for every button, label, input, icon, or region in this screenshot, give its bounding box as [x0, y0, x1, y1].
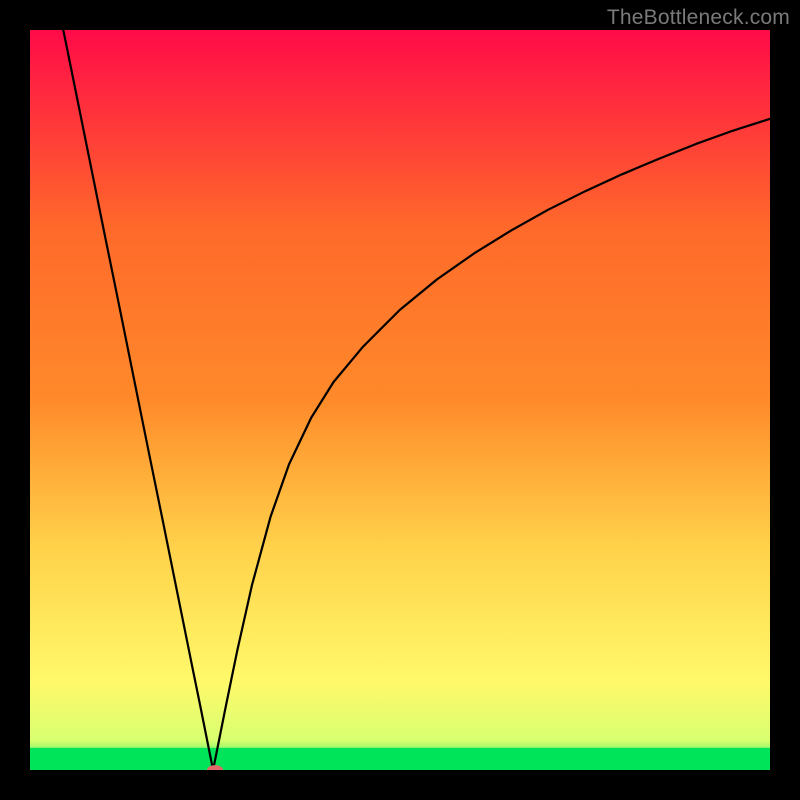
chart-plot	[30, 30, 770, 770]
gradient-background	[30, 30, 770, 770]
watermark-text: TheBottleneck.com	[607, 6, 790, 30]
green-band	[30, 748, 770, 770]
chart-frame	[30, 30, 770, 770]
